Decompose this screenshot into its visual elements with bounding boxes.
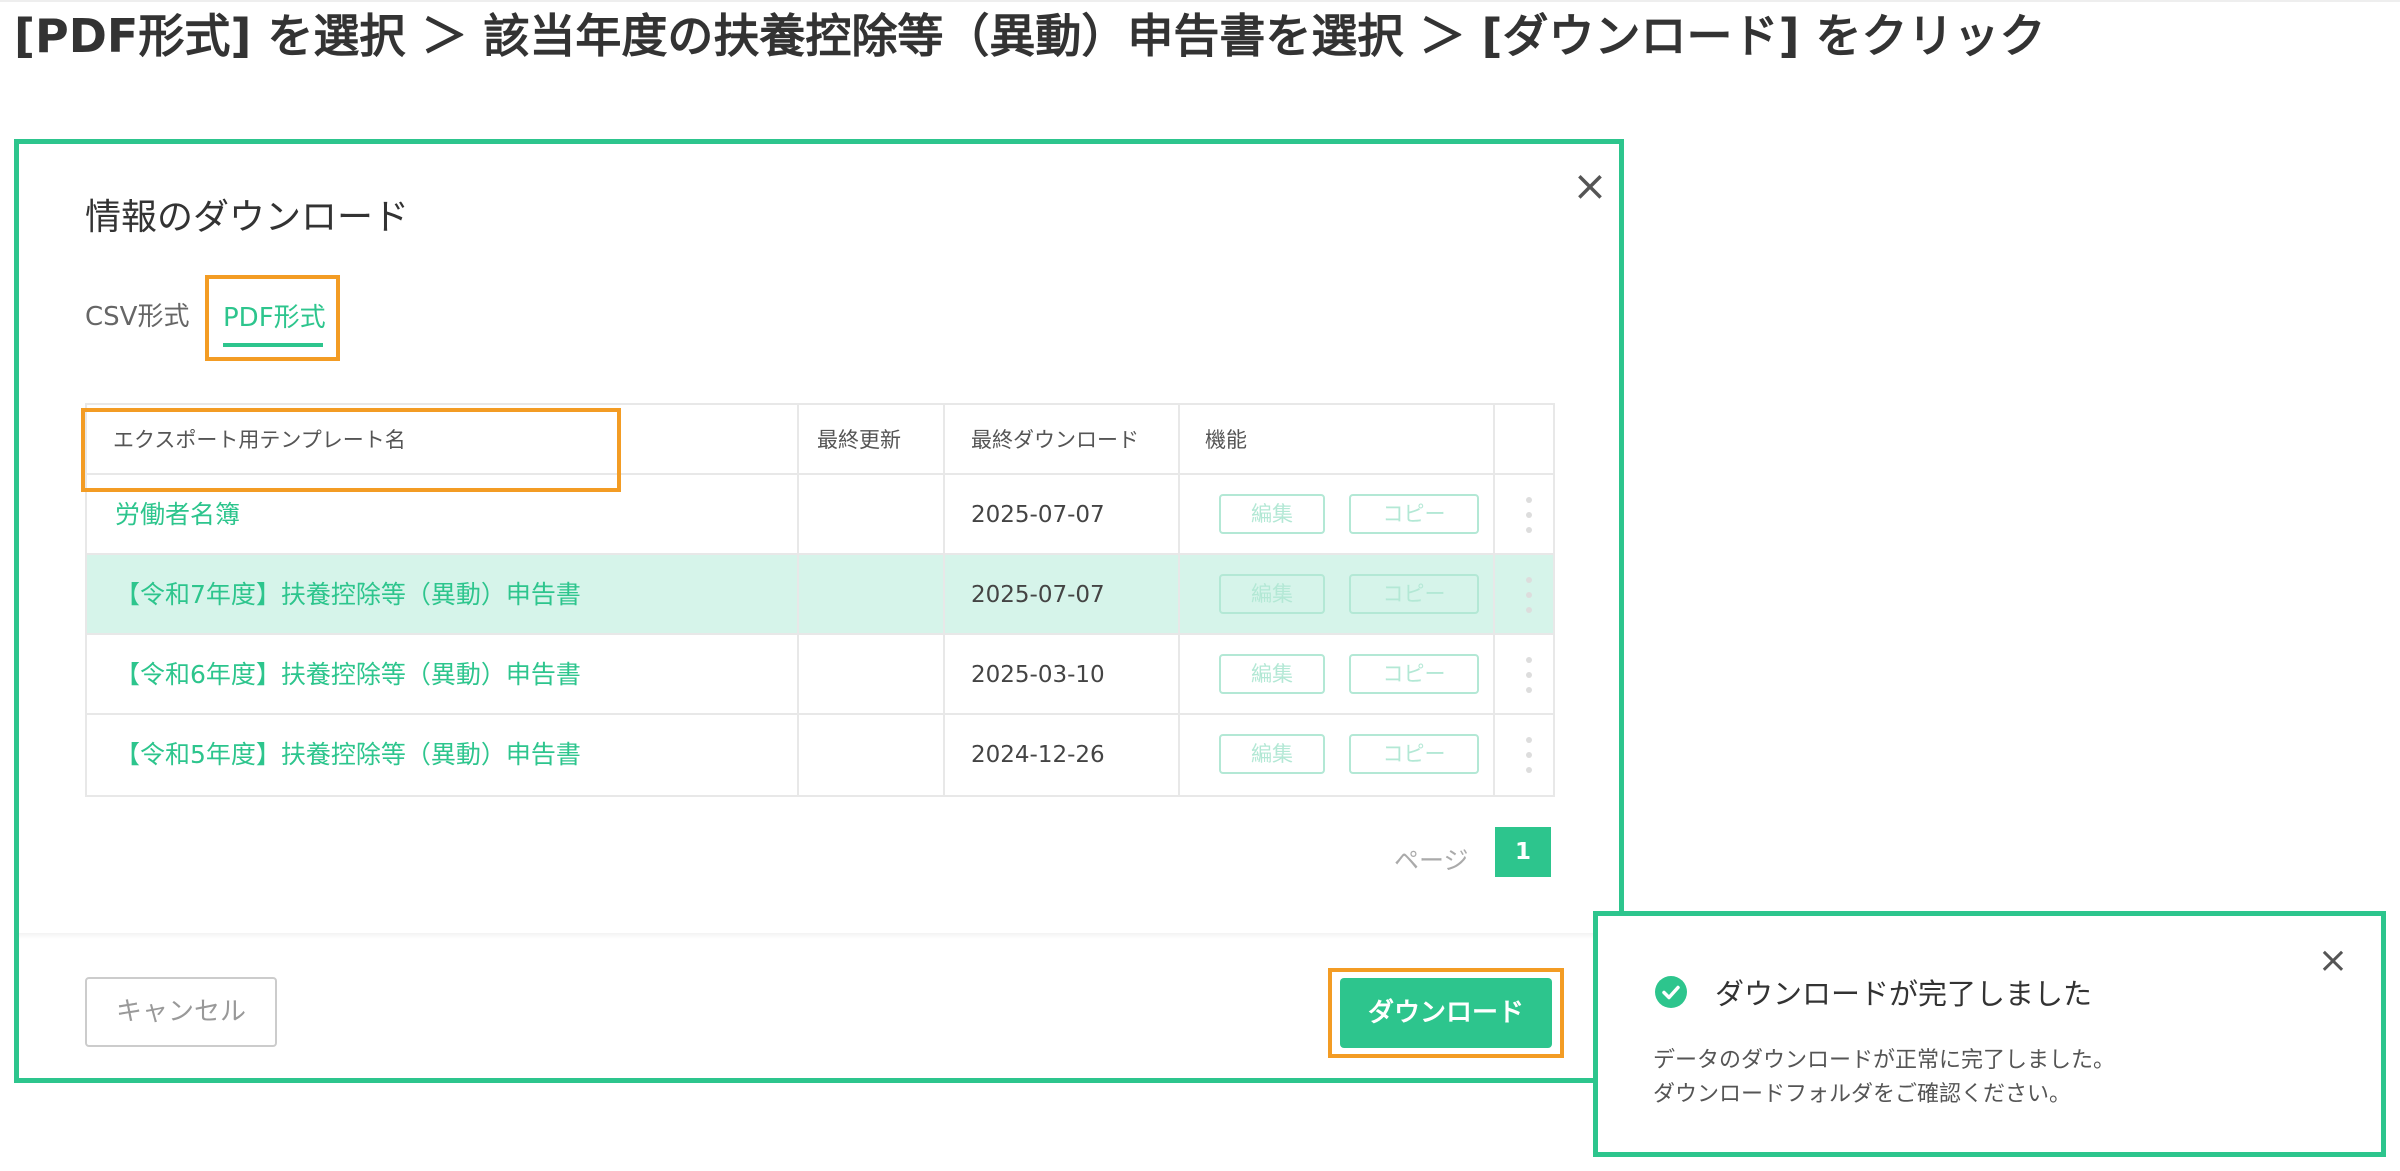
column-divider [1178,405,1180,795]
download-complete-notification: ダウンロードが完了しました × データのダウンロードが正常に完了しました。 ダウ… [1593,911,2386,1157]
download-modal: 情報のダウンロード × CSV形式 PDF形式 エクスポート用テンプレート名 最… [14,139,1624,1083]
column-divider [1493,405,1495,795]
footer-divider [19,933,1619,939]
download-button[interactable]: ダウンロード [1340,978,1552,1048]
tab-pdf-highlight: PDF形式 [205,275,340,361]
copy-button[interactable]: コピー [1349,654,1479,694]
header-last-updated: 最終更新 [817,428,901,452]
column-divider [797,405,799,795]
copy-button[interactable]: コピー [1349,734,1479,774]
template-name-link[interactable]: 【令和5年度】扶養控除等（異動）申告書 [115,715,581,795]
edit-button[interactable]: 編集 [1219,654,1325,694]
modal-title: 情報のダウンロード [85,197,410,238]
template-name-link[interactable]: 【令和6年度】扶養控除等（異動）申告書 [115,635,581,715]
more-options-icon[interactable] [1522,733,1536,777]
last-download-date: 2024-12-26 [971,742,1105,768]
header-last-download: 最終ダウンロード [971,428,1139,452]
check-circle-icon [1655,976,1687,1008]
pagination-label: ページ [1394,846,1469,875]
download-button-highlight: ダウンロード [1328,968,1564,1058]
header-functions: 機能 [1205,428,1247,452]
tab-pdf[interactable]: PDF形式 [223,297,326,334]
copy-button[interactable]: コピー [1349,494,1479,534]
table-row[interactable]: 【令和6年度】扶養控除等（異動）申告書 2025-03-10 編集 コピー [87,635,1553,715]
cancel-button[interactable]: キャンセル [85,977,277,1047]
selected-row-highlight [81,408,621,492]
more-options-icon[interactable] [1522,573,1536,617]
table-row-selected[interactable]: 【令和7年度】扶養控除等（異動）申告書 2025-07-07 編集 コピー [87,555,1553,635]
copy-button[interactable]: コピー [1349,574,1479,614]
more-options-icon[interactable] [1522,653,1536,697]
last-download-date: 2025-07-07 [971,582,1105,608]
edit-button[interactable]: 編集 [1219,574,1325,614]
table-row[interactable]: 【令和5年度】扶養控除等（異動）申告書 2024-12-26 編集 コピー [87,715,1553,795]
instruction-heading: [PDF形式] を選択 ＞ 該当年度の扶養控除等（異動）申告書を選択 ＞ [ダウ… [14,9,2046,63]
column-divider [943,405,945,795]
more-options-icon[interactable] [1522,493,1536,537]
close-icon[interactable]: × [2313,941,2353,981]
template-name-link[interactable]: 【令和7年度】扶養控除等（異動）申告書 [115,555,581,635]
pagination-page-button[interactable]: 1 [1495,827,1551,877]
tab-active-indicator [223,343,323,347]
last-download-date: 2025-07-07 [971,502,1105,528]
tab-csv[interactable]: CSV形式 [85,296,189,333]
notification-title: ダウンロードが完了しました [1715,977,2093,1011]
last-download-date: 2025-03-10 [971,662,1105,688]
close-icon[interactable]: × [1565,161,1615,211]
edit-button[interactable]: 編集 [1219,734,1325,774]
edit-button[interactable]: 編集 [1219,494,1325,534]
notification-message-line2: ダウンロードフォルダをご確認ください。 [1653,1082,2072,1107]
notification-message-line1: データのダウンロードが正常に完了しました。 [1653,1048,2116,1073]
